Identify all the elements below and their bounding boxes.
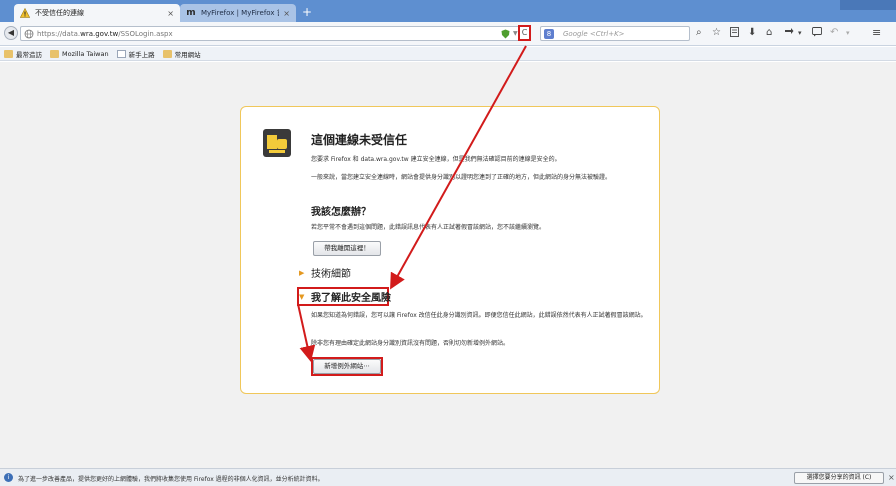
search-engine-icon[interactable]: 8 [544,29,554,39]
folder-icon [4,49,13,58]
bookmark-label: 常用網站 [174,50,201,59]
reload-button[interactable]: C [518,25,531,41]
understand-risks-text-2: 除非您有理由確定此網站身分識別資訊沒有問題，否則切勿新增例外網站。 [311,340,510,347]
url-prefix: https://data. [37,30,81,38]
folder-icon [50,49,59,58]
bookmark-label: 最常造訪 [16,50,42,59]
notification-text: 為了進一步改善產品，提供您更好的上網體驗，我們將收集您使用 Firefox 過程… [18,476,324,483]
undo-icon[interactable]: ↶ [830,27,838,38]
tab-untrusted-connection[interactable]: 不受信任的連線 × [14,4,180,22]
new-tab-button[interactable]: + [300,5,314,19]
page-icon [116,49,126,58]
mozilla-m-icon: m [186,8,196,18]
download-icon[interactable]: ⬇ [748,27,756,38]
window-controls[interactable] [840,0,896,10]
get-me-out-button[interactable]: 帶我離開這裡！ [313,241,381,256]
search-bar[interactable]: 8 Google <Ctrl+K> [540,26,690,41]
error-explain: 一般來說，當您建立安全連線時，網站會提供身分識別以證明您連到了正確的地方，但此網… [311,174,612,181]
bookmark-star-icon[interactable]: ☆ [712,27,721,38]
url-path: /SSOLogin.aspx [118,30,173,38]
choose-what-to-share-button[interactable]: 選擇您要分享的資訊 (C) [794,472,884,484]
expand-triangle-icon[interactable]: ▶ [299,269,304,277]
bookmark-label: Mozilla Taiwan [62,49,109,58]
shield-icon[interactable] [501,29,510,42]
what-should-i-do-heading: 我該怎麼辦？ [311,207,371,218]
info-icon: i [4,473,13,482]
bookmarks-toolbar: 最常造訪 Mozilla Taiwan 新手上路 常用網站 [0,47,896,61]
reading-list-icon[interactable] [730,27,739,40]
search-icon[interactable]: ⌕ [696,27,702,38]
chevron-down-icon[interactable]: ▼ [513,30,518,37]
chevron-down-icon[interactable]: ▾ [798,29,802,37]
understand-risks-toggle[interactable]: 我了解此安全風險 [311,289,391,304]
navigation-toolbar: ◀ https://data.wra.gov.tw/SSOLogin.aspx … [0,22,896,46]
home-icon[interactable]: ⌂ [766,27,772,38]
tab-close-icon[interactable]: × [283,9,290,18]
menu-icon[interactable]: ≡ [872,26,881,39]
chevron-down-icon[interactable]: ▾ [846,29,850,37]
back-button[interactable]: ◀ [4,26,18,40]
url-host: wra.gov.tw [80,30,119,38]
tab-close-icon[interactable]: × [167,9,174,18]
tab-title: 不受信任的連線 [35,9,84,17]
url-text: https://data.wra.gov.tw/SSOLogin.aspx [37,30,173,38]
url-bar[interactable]: https://data.wra.gov.tw/SSOLogin.aspx ▼ … [20,25,531,42]
police-warning-icon [263,129,291,157]
page-content: 這個連線未受信任 您要求 Firefox 和 data.wra.gov.tw 建… [0,62,896,468]
close-icon[interactable]: × [888,473,895,482]
what-should-i-do-text: 若您平常不會遇到這個問題，此錯誤訊息代表有人正試著假冒該網站，您不該繼續瀏覽。 [311,224,546,231]
chat-icon[interactable] [812,27,822,40]
tab-title: MyFirefox | MyFirefox 首頁 [201,9,279,17]
bookmark-label: 新手上路 [128,50,155,59]
bookmark-most-visited[interactable]: 最常造訪 [4,49,42,59]
search-input[interactable]: Google <Ctrl+K> [563,30,625,38]
expanded-triangle-icon[interactable]: ▼ [299,293,304,301]
folder-icon [162,49,172,58]
sync-icon[interactable] [784,27,794,40]
tab-strip: 不受信任的連線 × m MyFirefox | MyFirefox 首頁 × + [0,0,896,22]
add-exception-button[interactable]: 新增例外網站⋯ [313,359,381,374]
bookmark-common-sites[interactable]: 常用網站 [162,49,201,59]
error-title: 這個連線未受信任 [311,133,408,147]
bookmark-mozilla-taiwan[interactable]: Mozilla Taiwan [50,49,109,58]
bookmark-getting-started[interactable]: 新手上路 [116,49,155,59]
technical-details-toggle[interactable]: 技術細節 [311,265,351,280]
understand-risks-text: 如果您知道為何錯誤，您可以讓 Firefox 改信任此身分識別資訊。即便您信任此… [311,312,647,319]
tab-myfirefox[interactable]: m MyFirefox | MyFirefox 首頁 × [180,4,296,22]
error-intro: 您要求 Firefox 和 data.wra.gov.tw 建立安全連線，但是我… [311,156,561,163]
globe-icon[interactable] [24,29,34,39]
error-box: 這個連線未受信任 您要求 Firefox 和 data.wra.gov.tw 建… [240,106,660,394]
warning-icon [20,8,30,18]
notification-bar: i 為了進一步改善產品，提供您更好的上網體驗，我們將收集您使用 Firefox … [0,468,896,486]
